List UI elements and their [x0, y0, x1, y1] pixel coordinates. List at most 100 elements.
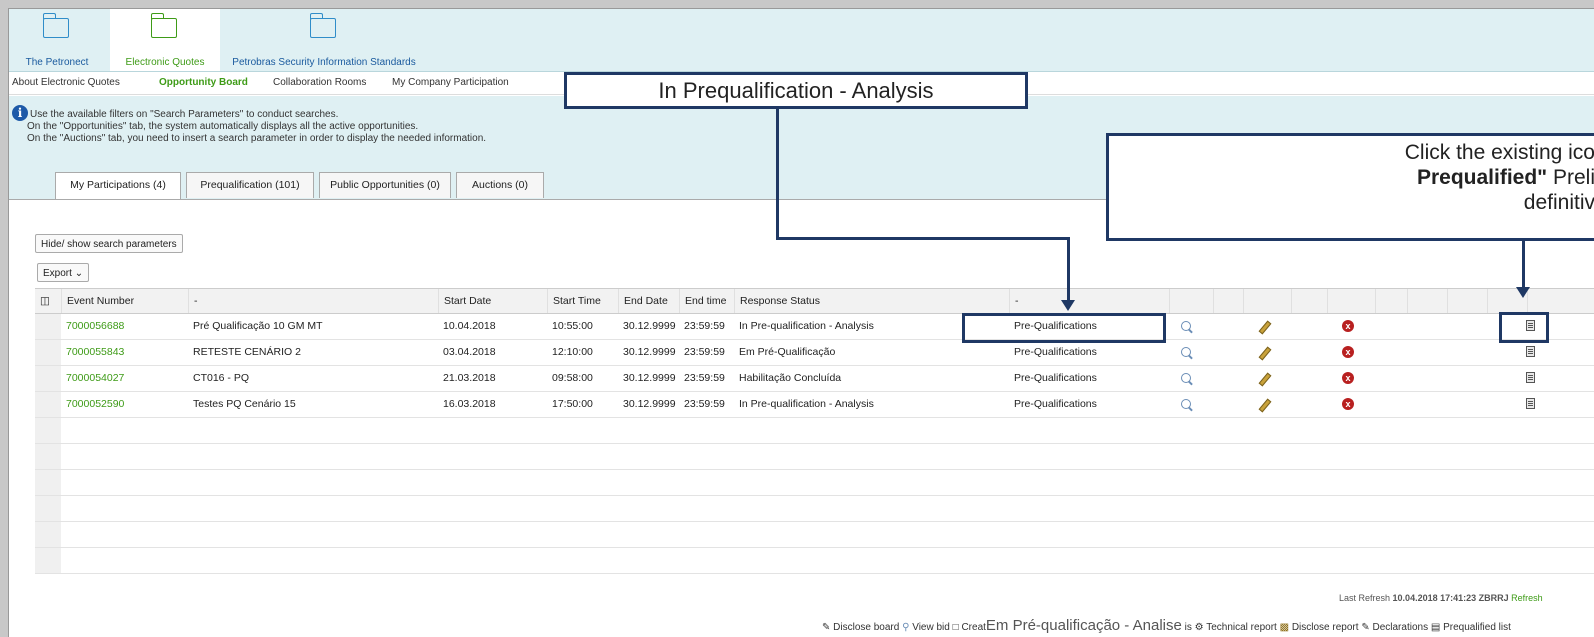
start-date: 03.04.2018: [443, 346, 496, 358]
tab-public-opportunities[interactable]: Public Opportunities (0): [319, 172, 451, 198]
table-row[interactable]: 7000056688 Pré Qualificação 10 GM MT 10.…: [35, 314, 1594, 340]
pencil-icon[interactable]: [1253, 314, 1277, 339]
callout-connector: [776, 109, 779, 240]
event-number-link[interactable]: 7000054027: [61, 366, 188, 391]
row-selector[interactable]: [35, 314, 61, 339]
legend-create-suffix: is: [1184, 622, 1192, 633]
col-end-date[interactable]: End Date: [618, 289, 679, 313]
empty-row: [35, 470, 1594, 496]
magnifier-icon[interactable]: [1176, 340, 1196, 365]
prequalified-list-icon[interactable]: [1521, 392, 1543, 417]
pencil-icon[interactable]: [1253, 392, 1277, 417]
col-description[interactable]: -: [188, 289, 438, 313]
prequalified-list-icon[interactable]: [1521, 366, 1543, 391]
table-row[interactable]: 7000054027 CT016 - PQ 21.03.2018 09:58:0…: [35, 366, 1594, 392]
highlight-box: [962, 313, 1166, 343]
top-tab-label: Petrobras Security Information Standards: [232, 57, 416, 68]
last-refresh-value: 10.04.2018 17:41:23 ZBRRJ: [1392, 593, 1509, 603]
pencil-icon[interactable]: [1253, 340, 1277, 365]
tab-auctions[interactable]: Auctions (0): [456, 172, 544, 198]
view-bid-icon: ⚲: [902, 622, 910, 633]
event-number-link[interactable]: 7000056688: [61, 314, 188, 339]
info-text: Use the available filters on "Search Par…: [30, 109, 339, 120]
cancel-icon[interactable]: x: [1337, 392, 1359, 417]
subnav-collaboration-rooms[interactable]: Collaboration Rooms: [273, 77, 366, 88]
col-response-status[interactable]: Response Status: [734, 289, 1009, 313]
col-end-time[interactable]: End time: [679, 289, 734, 313]
event-description: Testes PQ Cenário 15: [193, 398, 296, 410]
info-icon: i: [12, 105, 28, 121]
cancel-icon[interactable]: x: [1337, 340, 1359, 365]
pencil-icon[interactable]: [1253, 366, 1277, 391]
subnav-my-company-participation[interactable]: My Company Participation: [392, 77, 509, 88]
tab-my-participations[interactable]: My Participations (4): [55, 172, 181, 199]
col-start-date[interactable]: Start Date: [438, 289, 547, 313]
event-description: Pré Qualificação 10 GM MT: [193, 320, 323, 332]
row-selector: [35, 548, 61, 573]
callout-connector: [776, 237, 1070, 240]
magnifier-icon[interactable]: [1176, 314, 1196, 339]
callout-connector: [1067, 237, 1070, 301]
subnav-about[interactable]: About Electronic Quotes: [12, 77, 120, 88]
event-type: Pre-Qualifications: [1014, 372, 1097, 384]
instruction-callout: Click the existing ico Prequalified" Pre…: [1106, 133, 1594, 241]
top-tab-security-standards[interactable]: Petrobras Security Information Standards: [225, 9, 423, 71]
tab-prequalification[interactable]: Prequalification (101): [186, 172, 314, 198]
row-selector: [35, 470, 61, 495]
row-selector[interactable]: [35, 340, 61, 365]
table-row[interactable]: 7000055843 RETESTE CENÁRIO 2 03.04.2018 …: [35, 340, 1594, 366]
create-icon: □: [952, 622, 959, 633]
legend-declarations: Declarations: [1372, 622, 1429, 633]
top-tab-label: The Petronect: [25, 57, 89, 68]
last-refresh-label: Last Refresh: [1339, 593, 1391, 603]
response-status: Habilitação Concluída: [739, 372, 842, 384]
info-text: On the "Opportunities" tab, the system a…: [27, 121, 419, 132]
col-action: [1213, 289, 1243, 313]
col-action: [1447, 289, 1487, 313]
prequalified-list-icon: ▤: [1430, 622, 1441, 633]
callout-text-bold: Prequalified": [1416, 166, 1548, 189]
disclose-report-icon: ▩: [1279, 622, 1290, 633]
magnifier-icon[interactable]: [1176, 366, 1196, 391]
top-tab-electronic-quotes[interactable]: Electronic Quotes: [110, 9, 220, 71]
arrow-down-icon: [1516, 287, 1530, 298]
legend-overlay-text: Em Pré-qualificação - Analise: [985, 617, 1182, 634]
start-date: 10.04.2018: [443, 320, 496, 332]
callout-text: Click the existing ico: [1404, 141, 1594, 164]
row-selector[interactable]: [35, 392, 61, 417]
disclose-board-icon: ✎: [822, 622, 831, 633]
table-header: ◫ Event Number - Start Date Start Time E…: [35, 288, 1594, 314]
end-date: 30.12.9999: [623, 372, 676, 384]
end-date: 30.12.9999: [623, 320, 676, 332]
legend-prequalified-list: Prequalified list: [1443, 622, 1511, 633]
folder-icon: [309, 13, 336, 38]
prequalified-list-icon[interactable]: [1521, 340, 1543, 365]
last-refresh: Last Refresh 10.04.2018 17:41:23 ZBRRJ R…: [1339, 593, 1543, 603]
col-start-time[interactable]: Start Time: [547, 289, 618, 313]
refresh-link[interactable]: Refresh: [1511, 593, 1543, 603]
col-action: [1291, 289, 1327, 313]
callout-text-rest: Preli: [1547, 166, 1594, 189]
start-date: 21.03.2018: [443, 372, 496, 384]
cancel-icon[interactable]: x: [1337, 366, 1359, 391]
magnifier-icon[interactable]: [1176, 392, 1196, 417]
table-row[interactable]: 7000052590 Testes PQ Cenário 15 16.03.20…: [35, 392, 1594, 418]
row-selector[interactable]: [35, 366, 61, 391]
cancel-icon[interactable]: x: [1337, 314, 1359, 339]
event-number-link[interactable]: 7000052590: [61, 392, 188, 417]
hide-show-search-button[interactable]: Hide/ show search parameters: [35, 234, 183, 253]
legend-view-bid: View bid: [912, 622, 950, 633]
event-number-link[interactable]: 7000055843: [61, 340, 188, 365]
end-time: 23:59:59: [684, 398, 725, 410]
legend-disclose-report: Disclose report: [1291, 622, 1359, 633]
select-all-icon[interactable]: ◫: [35, 289, 61, 313]
col-type[interactable]: -: [1009, 289, 1169, 313]
col-action: [1407, 289, 1447, 313]
col-event-number[interactable]: Event Number: [61, 289, 188, 313]
event-description: CT016 - PQ: [193, 372, 250, 384]
top-tab-petronect[interactable]: The Petronect: [9, 9, 105, 71]
end-date: 30.12.9999: [623, 346, 676, 358]
subnav-opportunity-board[interactable]: Opportunity Board: [159, 77, 248, 88]
empty-row: [35, 522, 1594, 548]
export-button[interactable]: Export ⌄: [37, 263, 90, 282]
